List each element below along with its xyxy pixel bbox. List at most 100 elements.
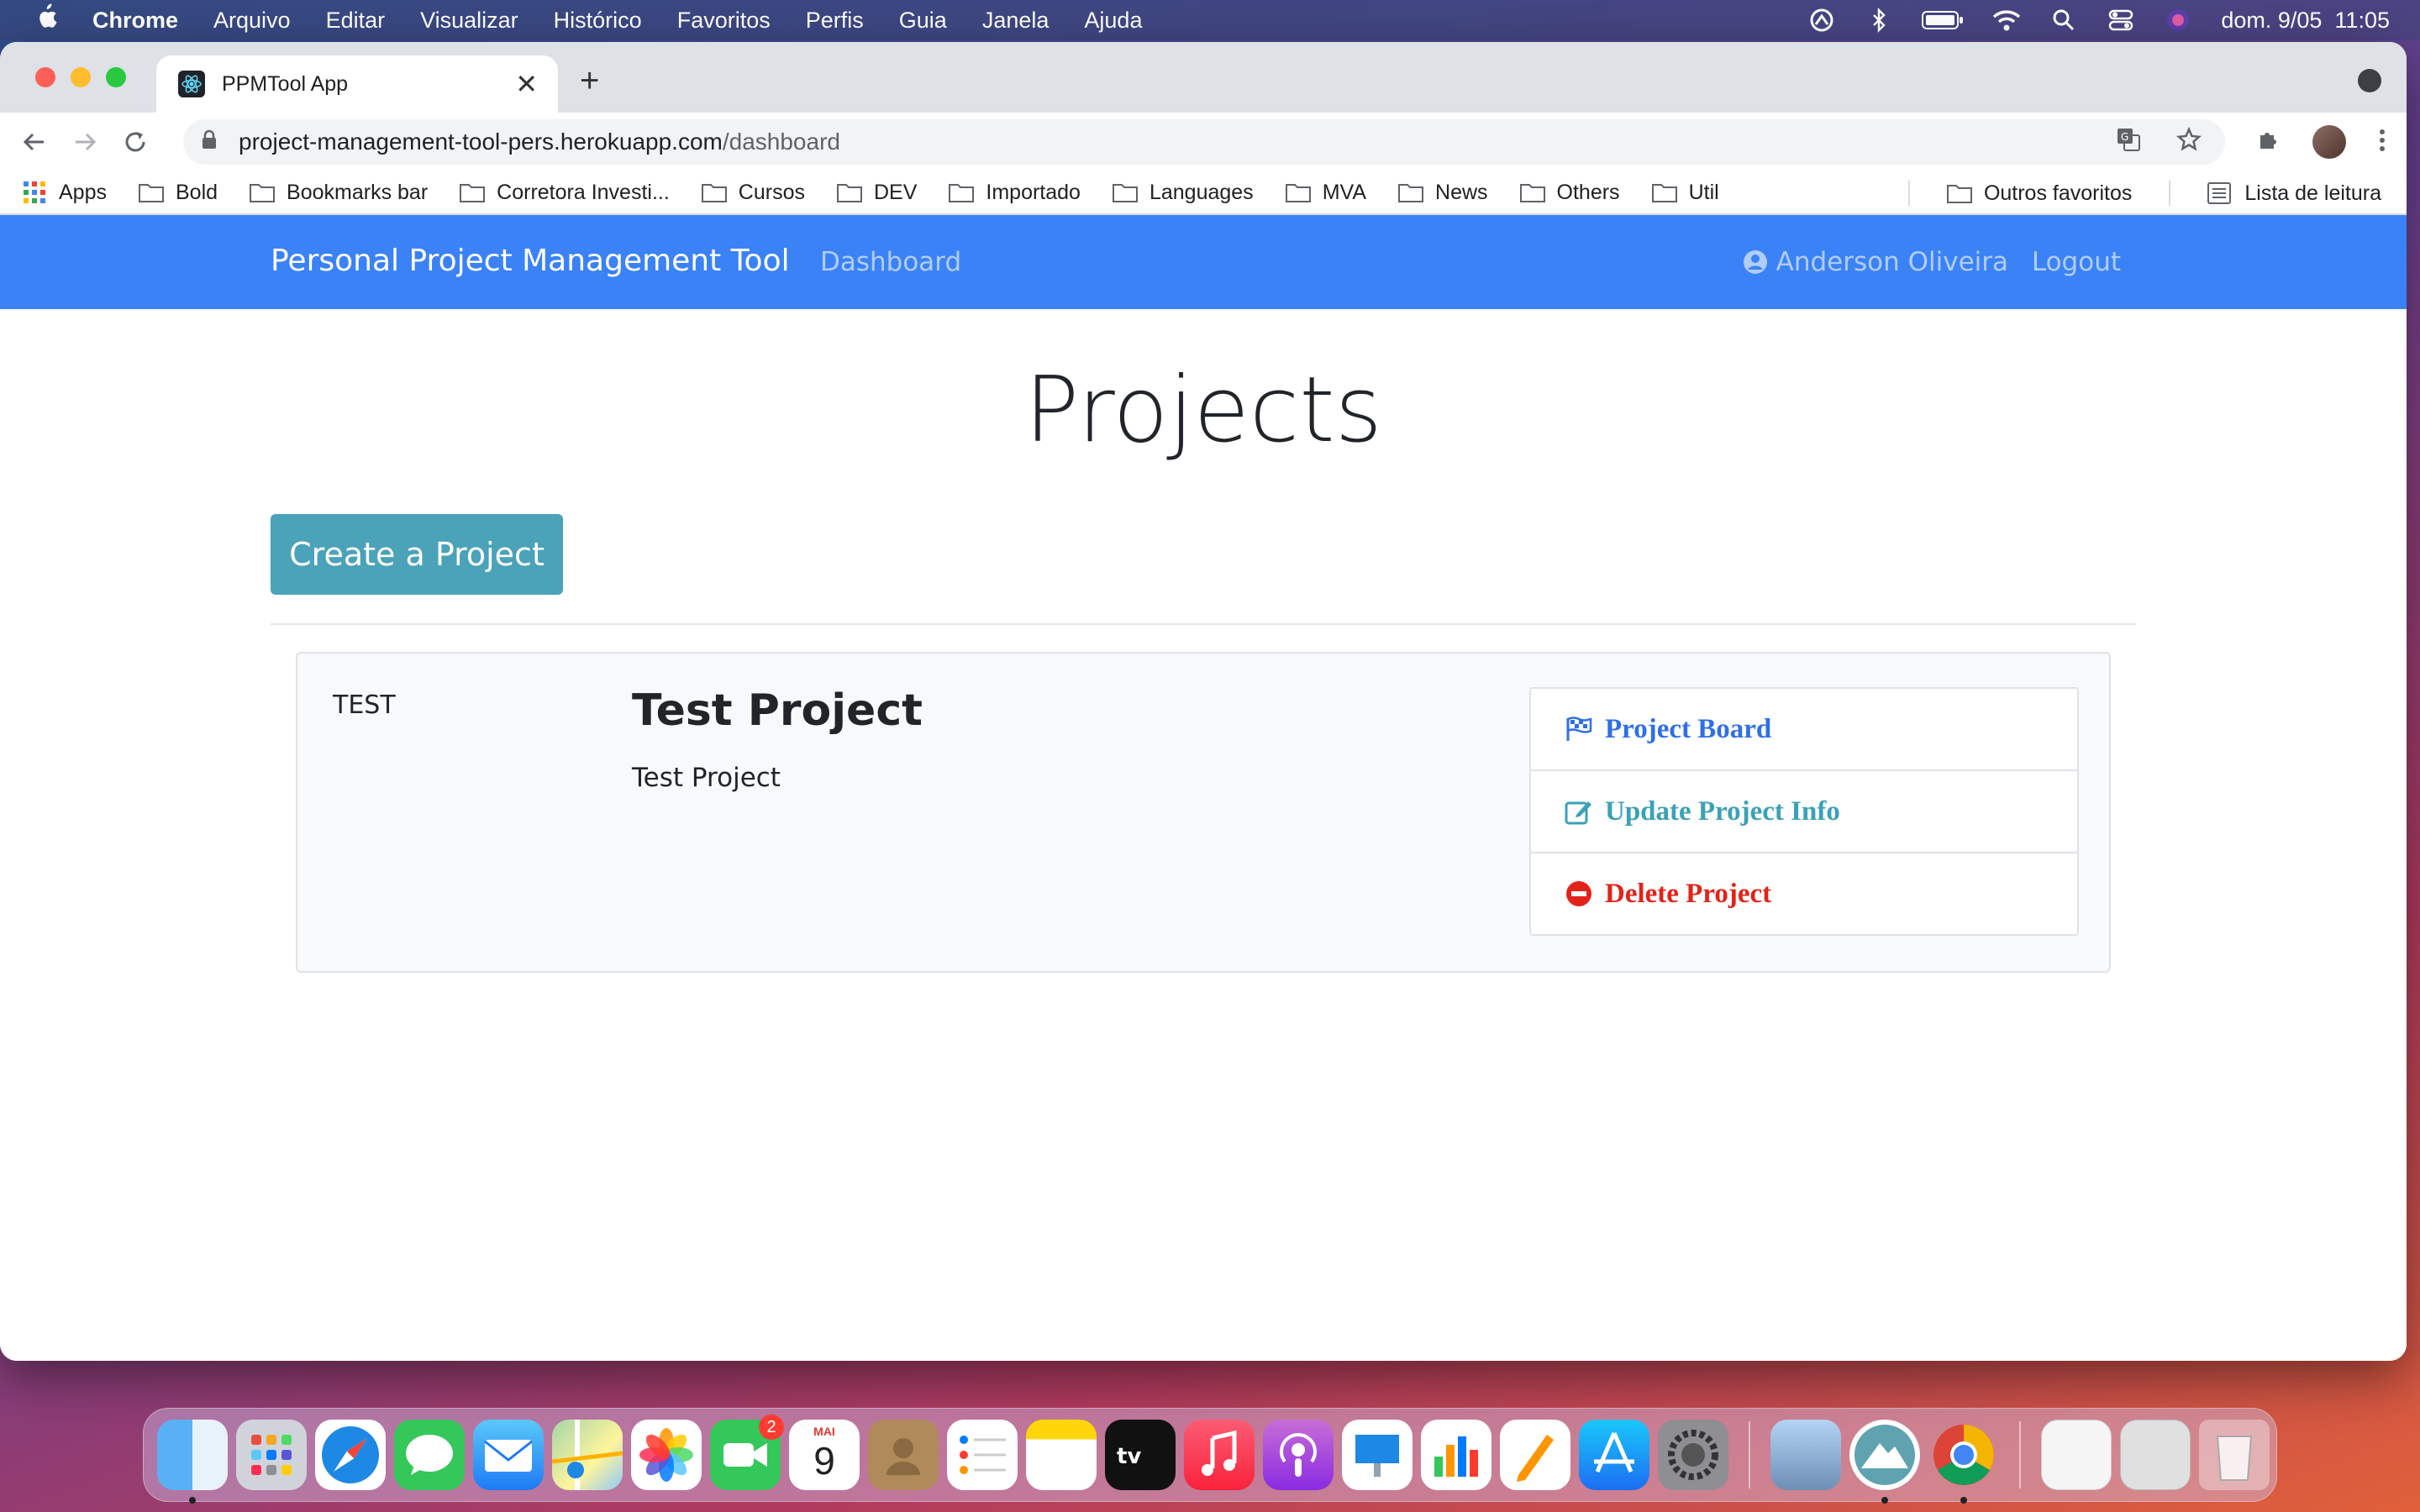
- browser-menu-kebab-icon[interactable]: [2378, 128, 2386, 157]
- tab-ppmtool[interactable]: PPMTool App ✕: [156, 55, 558, 113]
- new-tab-icon[interactable]: +: [580, 64, 599, 97]
- menu-ajuda[interactable]: Ajuda: [1084, 8, 1142, 34]
- calendar-icon[interactable]: MAI 9: [789, 1420, 860, 1490]
- preview-icon[interactable]: [1770, 1420, 1841, 1490]
- menu-editar[interactable]: Editar: [326, 8, 386, 34]
- vpn-icon[interactable]: [1807, 6, 1836, 34]
- safari-icon[interactable]: [315, 1420, 386, 1490]
- dock-separator: [2019, 1421, 2021, 1488]
- delete-project-link[interactable]: Delete Project: [1529, 852, 2079, 936]
- bookmark-label: Outros favoritos: [1983, 181, 2133, 205]
- tab-search-icon[interactable]: [2358, 69, 2381, 92]
- messages-icon[interactable]: [394, 1420, 465, 1490]
- update-project-info-label: Update Project Info: [1605, 795, 1840, 827]
- maps-icon[interactable]: [551, 1420, 623, 1490]
- browser-window: PPMTool App ✕ + project-management-tool-…: [0, 42, 2407, 1361]
- reading-list-button[interactable]: Lista de leitura: [2207, 181, 2381, 206]
- bookmark-star-icon[interactable]: [2176, 126, 2202, 158]
- bookmark-folder-corretora[interactable]: Corretora Investi...: [460, 181, 670, 205]
- forward-arrow-icon[interactable]: [62, 119, 108, 165]
- folder-icon: [1398, 184, 1424, 202]
- address-bar[interactable]: project-management-tool-pers.herokuapp.c…: [183, 119, 2225, 165]
- translate-icon[interactable]: G: [2116, 127, 2141, 158]
- menu-guia[interactable]: Guia: [899, 8, 947, 34]
- folder-icon: [1946, 185, 1972, 203]
- contacts-icon[interactable]: [868, 1420, 939, 1490]
- keynote-icon[interactable]: [1342, 1420, 1413, 1490]
- bookmark-folder-importado[interactable]: Importado: [949, 181, 1081, 205]
- window-controls: [35, 67, 126, 87]
- bookmark-folder-bold[interactable]: Bold: [138, 181, 218, 205]
- menu-favoritos[interactable]: Favoritos: [677, 8, 771, 34]
- menu-visualizar[interactable]: Visualizar: [420, 8, 518, 34]
- bookmark-folder-languages[interactable]: Languages: [1112, 181, 1254, 205]
- profile-avatar[interactable]: [2312, 125, 2346, 159]
- project-board-link[interactable]: Project Board: [1529, 687, 2079, 771]
- update-project-info-link[interactable]: Update Project Info: [1529, 769, 2079, 853]
- documents-stack-icon[interactable]: [2041, 1420, 2112, 1490]
- bookmark-folder-bookmarks-bar[interactable]: Bookmarks bar: [250, 181, 428, 205]
- nav-dashboard-link[interactable]: Dashboard: [820, 247, 961, 277]
- extensions-puzzle-icon[interactable]: [2255, 128, 2281, 157]
- system-preferences-icon[interactable]: [1658, 1420, 1728, 1490]
- create-project-button[interactable]: Create a Project: [271, 514, 563, 595]
- trash-icon[interactable]: [2199, 1420, 2270, 1490]
- folder-icon: [1519, 184, 1545, 202]
- mail-icon[interactable]: [473, 1420, 544, 1490]
- project-actions-list: Project Board Update Project Info Delete…: [1529, 687, 2079, 936]
- bookmark-label: News: [1435, 180, 1488, 204]
- bookmark-folder-dev[interactable]: DEV: [836, 180, 918, 205]
- monterey-drive-icon[interactable]: [1849, 1420, 1920, 1504]
- numbers-icon[interactable]: [1421, 1420, 1491, 1490]
- bookmark-folder-others[interactable]: Others: [1519, 181, 1620, 205]
- wifi-icon[interactable]: [1992, 6, 2021, 34]
- podcasts-icon[interactable]: [1263, 1420, 1334, 1490]
- back-arrow-icon[interactable]: [12, 119, 57, 165]
- battery-icon[interactable]: [1922, 6, 1964, 34]
- finder-icon[interactable]: [157, 1420, 228, 1504]
- downloads-stack-icon[interactable]: [2120, 1420, 2191, 1490]
- reminders-icon[interactable]: [947, 1420, 1018, 1490]
- apple-menu-icon[interactable]: [0, 3, 92, 37]
- control-center-icon[interactable]: [2107, 6, 2135, 34]
- siri-icon[interactable]: [2164, 6, 2192, 34]
- app-store-icon[interactable]: [1579, 1420, 1649, 1490]
- close-tab-icon[interactable]: ✕: [515, 68, 538, 100]
- apple-tv-icon[interactable]: tv: [1105, 1420, 1176, 1490]
- minimize-window-button[interactable]: [71, 67, 91, 87]
- react-favicon-icon: [178, 71, 205, 97]
- bookmark-folder-cursos[interactable]: Cursos: [701, 181, 805, 205]
- user-profile-link[interactable]: Anderson Oliveira: [1743, 247, 2008, 277]
- chrome-icon[interactable]: [1928, 1420, 1999, 1504]
- bookmark-folder-util[interactable]: Util: [1651, 181, 1719, 205]
- bookmark-label: DEV: [873, 180, 918, 204]
- pages-icon[interactable]: [1500, 1420, 1570, 1490]
- svg-text:G: G: [2121, 131, 2128, 143]
- bookmark-folder-outros-favoritos[interactable]: Outros favoritos: [1946, 181, 2133, 206]
- music-icon[interactable]: [1184, 1420, 1255, 1490]
- menu-perfis[interactable]: Perfis: [806, 8, 864, 34]
- app-navbar: Personal Project Management Tool Dashboa…: [0, 215, 2407, 309]
- zoom-window-button[interactable]: [106, 67, 126, 87]
- notes-icon[interactable]: [1026, 1420, 1097, 1490]
- menubar-datetime[interactable]: dom. 9/05 11:05: [2221, 8, 2390, 34]
- lock-icon[interactable]: [202, 129, 217, 155]
- menu-app-name[interactable]: Chrome: [92, 8, 178, 34]
- menu-arquivo[interactable]: Arquivo: [213, 8, 291, 34]
- facetime-icon[interactable]: 2: [710, 1415, 784, 1490]
- folder-icon: [1285, 184, 1311, 202]
- photos-icon[interactable]: [631, 1420, 702, 1490]
- launchpad-icon[interactable]: [236, 1420, 307, 1490]
- reload-icon[interactable]: [113, 119, 158, 165]
- close-window-button[interactable]: [35, 67, 55, 87]
- navbar-brand-link[interactable]: Personal Project Management Tool: [271, 244, 790, 278]
- spotlight-search-icon[interactable]: [2049, 6, 2078, 34]
- bluetooth-icon[interactable]: [1865, 6, 1893, 34]
- menu-janela[interactable]: Janela: [982, 8, 1050, 34]
- bookmark-folder-mva[interactable]: MVA: [1285, 181, 1366, 205]
- menu-historico[interactable]: Histórico: [554, 8, 642, 34]
- minus-circle-icon: [1565, 879, 1593, 908]
- logout-link[interactable]: Logout: [2032, 247, 2121, 277]
- bookmark-apps[interactable]: Apps: [24, 181, 107, 205]
- bookmark-folder-news[interactable]: News: [1398, 181, 1488, 205]
